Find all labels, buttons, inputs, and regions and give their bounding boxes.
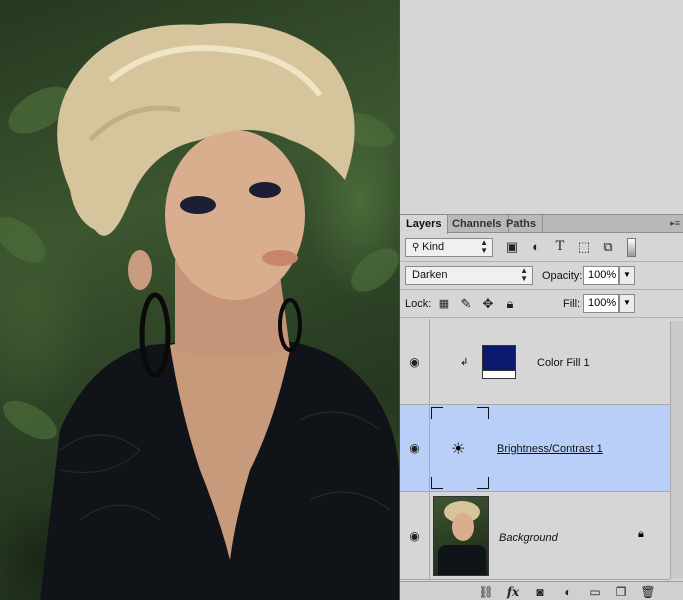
layer-name: Brightness/Contrast 1 bbox=[497, 443, 603, 455]
lock-all-icon[interactable]: 🔒︎ bbox=[502, 296, 518, 312]
chevron-updown-icon: ▲ ▼ bbox=[480, 238, 488, 255]
layer-row-background[interactable]: ◉ Background 🔒︎ bbox=[400, 492, 670, 580]
document-canvas[interactable] bbox=[0, 0, 399, 600]
panel-dock-empty bbox=[399, 0, 683, 214]
lock-row: Lock: ▦ ✎ ✥ 🔒︎ Fill: 100% ▼ bbox=[400, 290, 683, 318]
layer-name: Color Fill 1 bbox=[537, 357, 590, 369]
color-fill-thumbnail[interactable] bbox=[482, 345, 516, 379]
new-adjustment-icon[interactable]: ◐ bbox=[560, 584, 576, 600]
type-filter-icon[interactable]: T bbox=[552, 239, 568, 255]
image-filter-icon[interactable]: ▣ bbox=[504, 239, 520, 255]
visibility-eye-icon[interactable]: ◉ bbox=[400, 319, 430, 405]
shape-filter-icon[interactable]: ⬚ bbox=[576, 239, 592, 255]
layers-footer: ⛓ fx ◙ ◐ ▭ ❐ 🗑︎ bbox=[400, 581, 683, 600]
adjustment-thumbnail[interactable]: ☀ bbox=[431, 407, 489, 489]
layers-scrollbar[interactable] bbox=[670, 321, 683, 579]
visibility-eye-icon[interactable]: ◉ bbox=[400, 492, 430, 580]
lock-image-icon[interactable]: ✎ bbox=[458, 296, 474, 312]
lock-transparent-icon[interactable]: ▦ bbox=[436, 296, 452, 312]
new-layer-icon[interactable]: ❐ bbox=[613, 584, 629, 600]
clipping-arrow-icon: ↲ bbox=[460, 357, 469, 368]
tab-paths[interactable]: Paths bbox=[500, 215, 543, 233]
fill-input[interactable]: 100% bbox=[583, 294, 619, 313]
layers-panel: Layers Channels Paths ▸≡ ⚲ Kind ▲ ▼ ▣ ◐ T… bbox=[399, 214, 683, 600]
fx-icon[interactable]: fx bbox=[505, 584, 521, 600]
blend-mode-value: Darken bbox=[412, 269, 448, 281]
add-mask-icon[interactable]: ◙ bbox=[532, 584, 548, 600]
smart-object-filter-icon[interactable]: ⧉ bbox=[600, 239, 616, 255]
lock-label: Lock: bbox=[405, 298, 432, 310]
opacity-input[interactable]: 100% bbox=[583, 266, 619, 285]
lock-icon: 🔒︎ bbox=[638, 528, 644, 540]
search-icon: ⚲ bbox=[412, 242, 423, 253]
background-thumbnail[interactable] bbox=[433, 496, 489, 576]
layer-row-color-fill[interactable]: ◉ ↲ Color Fill 1 bbox=[400, 319, 670, 405]
layer-row-brightness-contrast[interactable]: ◉ ☀ Brightness/Contrast 1 bbox=[400, 405, 670, 492]
portrait-photo bbox=[0, 23, 399, 600]
tab-layers[interactable]: Layers bbox=[400, 215, 449, 234]
filter-row: ⚲ Kind ▲ ▼ ▣ ◐ T ⬚ ⧉ bbox=[400, 234, 683, 262]
adjustment-filter-icon[interactable]: ◐ bbox=[528, 239, 544, 255]
fill-slider-button[interactable]: ▼ bbox=[619, 294, 635, 313]
opacity-label: Opacity: bbox=[542, 270, 583, 282]
panel-tab-bar: Layers Channels Paths ▸≡ bbox=[400, 215, 683, 234]
panel-menu-icon[interactable]: ▸≡ bbox=[670, 218, 680, 229]
link-layers-icon[interactable]: ⛓ bbox=[478, 584, 494, 600]
lock-position-icon[interactable]: ✥ bbox=[480, 296, 496, 312]
filter-kind-dropdown[interactable]: ⚲ Kind ▲ ▼ bbox=[405, 238, 493, 257]
blend-row: Darken ▲ ▼ Opacity: 100% ▼ bbox=[400, 262, 683, 290]
layer-name: Background bbox=[499, 532, 558, 544]
opacity-slider-button[interactable]: ▼ bbox=[619, 266, 635, 285]
new-group-icon[interactable]: ▭ bbox=[587, 584, 603, 600]
visibility-eye-icon[interactable]: ◉ bbox=[400, 405, 430, 492]
brightness-icon: ☀ bbox=[451, 441, 466, 458]
trash-icon[interactable]: 🗑︎ bbox=[640, 584, 656, 600]
filter-kind-label: Kind bbox=[422, 241, 445, 253]
blend-mode-dropdown[interactable]: Darken ▲ ▼ bbox=[405, 266, 533, 285]
fill-label: Fill: bbox=[563, 298, 581, 310]
filter-toggle-switch[interactable] bbox=[627, 238, 636, 257]
chevron-updown-icon: ▲ ▼ bbox=[520, 266, 528, 283]
